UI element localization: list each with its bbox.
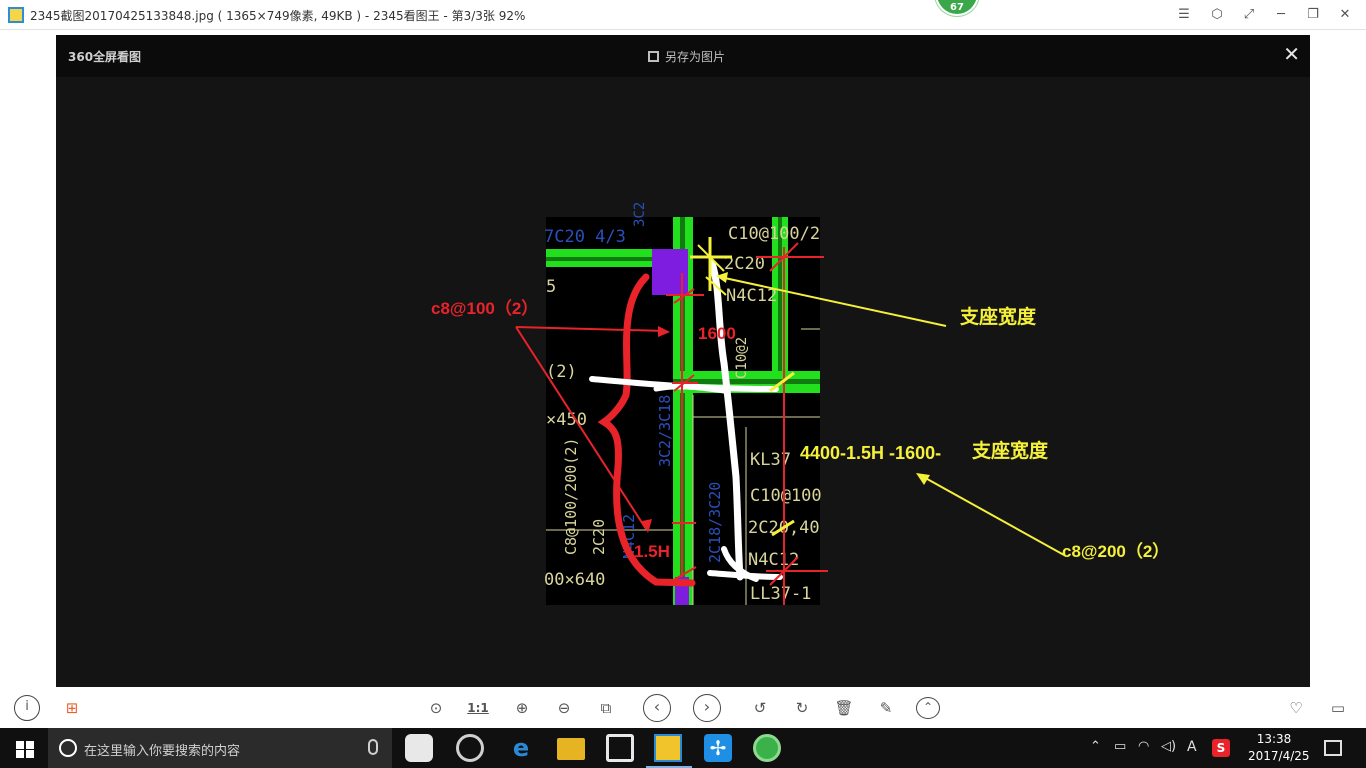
edge-icon[interactable]: e [507,734,535,762]
cad-text: C10@2 [734,337,750,379]
next-image-button[interactable]: › [693,694,721,722]
mouse-mode-icon[interactable]: ⊙ [424,695,448,721]
image-area: 7C20 4/3 3C2 C10@100/2 2C20 N4C12 5 (2) … [56,77,1310,687]
gift-icon[interactable]: ⊞ [60,695,84,721]
actual-size-button[interactable]: 1:1 [466,695,490,721]
save-as-image-button[interactable]: 另存为图片 [648,48,725,65]
app-icon [8,7,24,23]
previous-image-button[interactable]: ‹ [643,694,671,722]
label-formula-suffix: 支座宽度 [971,439,1049,462]
cad-text: 00×640 [544,570,605,590]
remote-app-icon[interactable]: ✢ [704,734,732,762]
rotate-left-icon[interactable]: ↺ [748,695,772,721]
battery-icon[interactable]: ▭ [1114,739,1126,754]
label-formula: 4400-1.5H -1600- [800,443,941,463]
network-icon[interactable]: ◠ [1138,739,1149,754]
tray-overflow-icon[interactable]: ⌃ [1090,739,1101,754]
minimize-button[interactable]: ─ [1270,5,1292,25]
cad-text: 2C18/3C20 [706,482,724,563]
cad-text: 3C2/3C18 [656,395,674,467]
cad-text: C10@100 [750,486,822,506]
clock-date: 2017/4/25 [1248,749,1310,763]
fullscreen-viewer: 360全屏看图 另存为图片 ✕ 7C20 4/3 3C2 C10@100/2 2… [56,35,1310,687]
microphone-icon[interactable] [368,739,378,755]
cad-text: C8@100/200(2) [562,438,580,555]
favorite-heart-icon[interactable]: ♡ [1284,695,1308,721]
browser-app-icon[interactable] [456,734,484,762]
cad-text: 3C2 [632,202,648,227]
more-up-icon[interactable]: ⌃ [916,697,940,719]
cortana-icon [59,739,77,757]
viewer-toolbar: i ⊞ ⊙ 1:1 ⊕ ⊖ ⧉ ‹ › ↺ ↻ 🗑 ✎ ⌃ ♡ ▭ [0,687,1366,728]
cad-text: C10@100/2 [728,224,820,244]
file-explorer-icon[interactable] [557,738,585,760]
windows-taskbar: 在这里输入你要搜索的内容 e ✢ ⌃ ▭ ◠ ◁) A S 13:38 2017… [0,728,1366,768]
viewer-close-icon[interactable]: ✕ [1283,44,1300,64]
volume-icon[interactable]: ◁) [1161,739,1176,754]
label-c8-200: c8@200（2） [1062,541,1169,561]
label-c8-100: c8@100（2） [431,298,538,318]
save-as-image-label: 另存为图片 [665,50,726,64]
annotated-drawing: 7C20 4/3 3C2 C10@100/2 2C20 N4C12 5 (2) … [431,202,1169,605]
close-button[interactable]: ✕ [1334,5,1356,25]
cad-text: 5 [546,277,556,297]
menu-icon[interactable]: ☰ [1173,5,1195,25]
yellow-arrow-line [919,474,1065,556]
open-folder-icon[interactable]: ▭ [1326,695,1350,721]
image-viewer-app-icon[interactable] [654,734,682,762]
cad-text: 7C20 4/3 [544,227,626,247]
viewer-header: 360全屏看图 另存为图片 ✕ [56,35,1310,77]
edit-icon[interactable]: ✎ [874,695,898,721]
viewer-stage: 360全屏看图 另存为图片 ✕ 7C20 4/3 3C2 C10@100/2 2… [0,31,1366,687]
label-support-width: 支座宽度 [959,305,1037,328]
label-1-5h: 1.5H [634,542,670,561]
zoom-in-icon[interactable]: ⊕ [510,695,534,721]
title-bar: 2345截图20170425133848.jpg ( 1365×749像素, 4… [0,0,1366,30]
start-button[interactable] [0,728,48,768]
fit-window-icon[interactable]: ⧉ [594,695,618,721]
ime-label[interactable]: A [1187,739,1197,755]
cad-text: 2C20 [590,519,608,555]
clock-time: 13:38 [1256,732,1292,746]
cad-text: N4C12 [726,286,777,306]
notification-icon[interactable] [1324,740,1342,756]
360-browser-icon[interactable] [753,734,781,762]
fullscreen-icon[interactable]: ⤢ [1238,5,1260,25]
task-view-icon[interactable] [405,734,433,762]
restore-button[interactable]: ❐ [1302,5,1324,25]
skin-icon[interactable]: ⬡ [1206,5,1228,25]
delete-icon[interactable]: 🗑 [832,695,856,721]
zoom-out-icon[interactable]: ⊖ [552,695,576,721]
taskbar-clock[interactable]: 13:38 2017/4/25 [1248,731,1310,765]
save-icon [648,51,659,62]
window-title: 2345截图20170425133848.jpg ( 1365×749像素, 4… [30,9,526,23]
cad-text: N4C12 [748,550,799,570]
sogou-ime-icon[interactable]: S [1212,739,1230,757]
rotate-right-icon[interactable]: ↻ [790,695,814,721]
score-badge[interactable]: 67 [935,0,979,16]
taskbar-search-box[interactable]: 在这里输入你要搜索的内容 [48,728,392,768]
cad-text: LL37-1 [750,584,811,604]
viewer-logo: 360全屏看图 [68,50,142,64]
store-icon[interactable] [606,734,634,762]
label-1600: 1600 [698,324,736,343]
info-icon[interactable]: i [14,695,40,721]
search-placeholder: 在这里输入你要搜索的内容 [84,744,241,759]
